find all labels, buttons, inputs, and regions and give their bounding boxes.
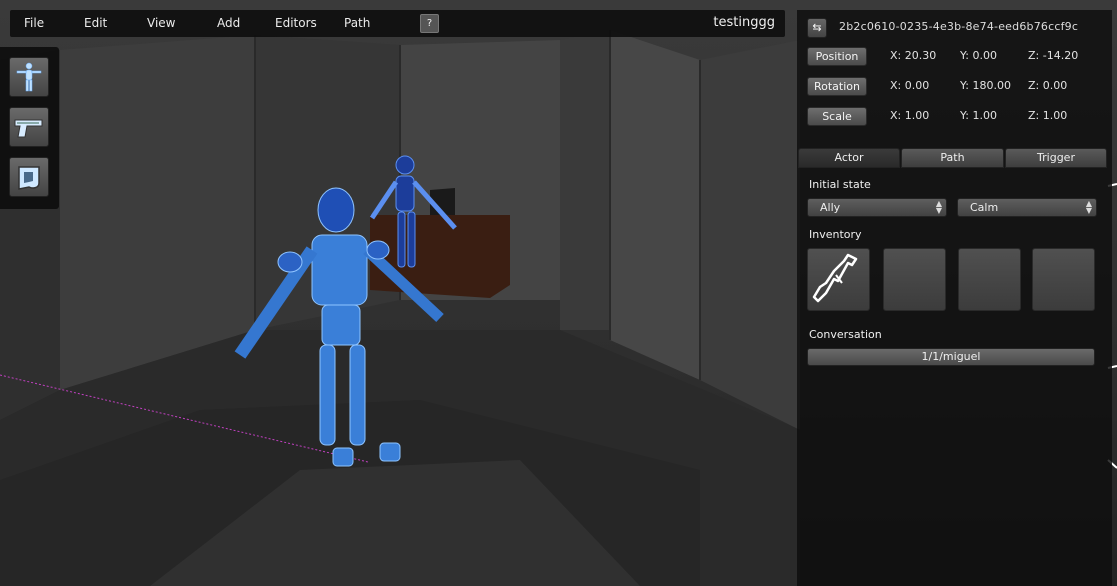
inventory-slot-4[interactable] [1032,248,1095,311]
item-tool-button[interactable] [9,157,49,197]
inspector-panel: ⇆ 2b2c0610-0235-4e3b-8e74-eed6b76ccf9c P… [797,10,1112,586]
inventory-slot-2[interactable] [883,248,946,311]
tab-trigger[interactable]: Trigger [1005,148,1107,168]
scale-y[interactable]: Y: 1.00 [960,109,997,122]
inspector-tabs: Actor Path Trigger [797,148,1107,168]
mood-select[interactable]: Calm ▲ ▼ [957,198,1097,217]
menu-editors[interactable]: Editors [275,16,317,30]
help-button[interactable]: ? [420,14,439,33]
menu-view[interactable]: View [147,16,175,30]
position-y[interactable]: Y: 0.00 [960,49,997,62]
select-arrows-icon: ▲ ▼ [935,199,942,215]
tab-path[interactable]: Path [901,148,1004,168]
scale-button[interactable]: Scale [807,107,867,126]
item-icon [18,166,40,190]
rotation-button[interactable]: Rotation [807,77,867,96]
position-z[interactable]: Z: -14.20 [1028,49,1078,62]
rotation-z[interactable]: Z: 0.00 [1028,79,1067,92]
rifle-icon [812,253,858,303]
inventory-slot-1[interactable] [807,248,870,311]
faction-value: Ally [820,201,841,214]
inventory-label: Inventory [809,228,862,241]
scale-z[interactable]: Z: 1.00 [1028,109,1067,122]
mood-value: Calm [970,201,999,214]
menu-file[interactable]: File [24,16,44,30]
menu-bar: File Edit View Add Editors Path ? testin… [10,10,785,37]
faction-select[interactable]: Ally ▲ ▼ [807,198,947,217]
object-id-row: ⇆ 2b2c0610-0235-4e3b-8e74-eed6b76ccf9c [807,18,1107,38]
project-title: testinggg [713,15,775,30]
weapon-tool-button[interactable] [9,107,49,147]
inventory-slot-3[interactable] [958,248,1021,311]
menu-edit[interactable]: Edit [84,16,107,30]
initial-state-label: Initial state [809,178,871,191]
select-arrows-icon: ▲ ▼ [1085,199,1092,215]
toolbox [0,47,59,209]
conversation-button[interactable]: 1/1/miguel [807,348,1095,366]
position-x[interactable]: X: 20.30 [890,49,936,62]
tab-actor[interactable]: Actor [798,148,900,168]
conversation-label: Conversation [809,328,882,341]
refresh-id-button[interactable]: ⇆ [807,18,827,38]
scale-x[interactable]: X: 1.00 [890,109,929,122]
position-button[interactable]: Position [807,47,867,66]
rotation-x[interactable]: X: 0.00 [890,79,929,92]
menu-add[interactable]: Add [217,16,240,30]
object-guid: 2b2c0610-0235-4e3b-8e74-eed6b76ccf9c [839,20,1079,33]
pistol-icon [14,119,43,138]
actor-icon [16,62,42,92]
rotation-y[interactable]: Y: 180.00 [960,79,1011,92]
actor-tool-button[interactable] [9,57,49,97]
refresh-icon: ⇆ [812,21,822,34]
menu-path[interactable]: Path [344,16,370,30]
